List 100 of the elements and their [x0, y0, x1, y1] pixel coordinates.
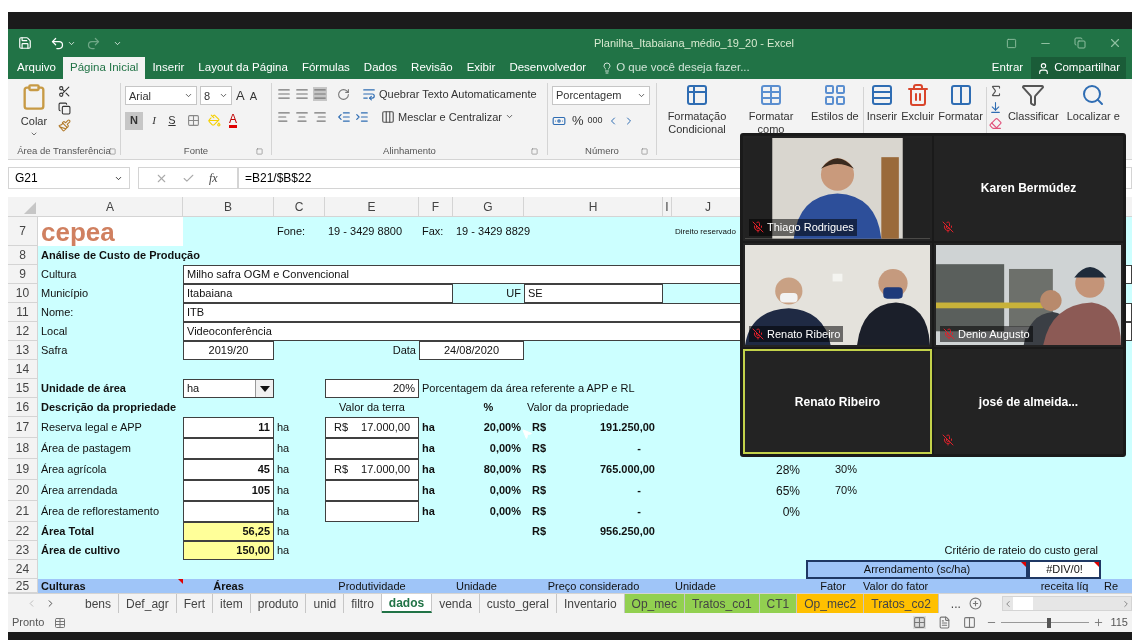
ribbon-tab[interactable]: Layout da Página [191, 57, 295, 79]
thousands-button[interactable]: 000 [587, 114, 603, 128]
participant-tile[interactable]: Karen Bermúdez [934, 136, 1123, 241]
row-number[interactable]: 8 [8, 246, 38, 265]
grow-font-button[interactable]: A [235, 86, 246, 106]
paste-button[interactable]: Colar [14, 83, 54, 143]
participant-tile[interactable]: Thiago Rodrigues [743, 136, 932, 241]
add-sheet-icon[interactable] [968, 597, 982, 610]
ribbon-tab[interactable]: Desenvolvedor [502, 57, 594, 79]
horizontal-scrollbar[interactable] [1001, 596, 1132, 611]
orientation-icon[interactable] [337, 87, 350, 101]
restore-icon[interactable] [1074, 37, 1086, 49]
ribbon-options-icon[interactable] [1006, 37, 1017, 49]
ribbon-tab[interactable]: Inserir [145, 57, 192, 79]
align-left-icon[interactable] [277, 109, 291, 124]
normal-view-icon[interactable] [913, 616, 927, 629]
row-number[interactable]: 9 [8, 265, 38, 284]
row-number[interactable]: 10 [8, 284, 38, 303]
underline-button[interactable]: S [165, 111, 179, 130]
launcher-icon[interactable] [641, 147, 648, 155]
merge-center-button[interactable]: Mesclar e Centralizar [381, 108, 514, 125]
page-break-icon[interactable] [963, 616, 977, 629]
unit-dropdown[interactable]: ha [183, 379, 274, 398]
copy-icon[interactable] [58, 102, 71, 115]
row-number[interactable]: 21 [8, 501, 38, 522]
cells-button[interactable]: Excluir [900, 83, 936, 123]
column-header[interactable]: B [183, 197, 274, 216]
sign-in-button[interactable]: Entrar [983, 57, 1032, 79]
column-header[interactable]: H [524, 197, 663, 216]
row-number[interactable]: 24 [8, 560, 38, 579]
participant-tile[interactable]: Renato Ribeiro [743, 242, 932, 348]
column-header[interactable]: I [663, 197, 672, 216]
fill-down-icon[interactable] [988, 101, 1002, 114]
cells-button[interactable]: Formatar [937, 83, 984, 123]
redo-icon[interactable] [86, 35, 101, 51]
decrease-indent-icon[interactable] [337, 109, 351, 124]
scroll-right-icon[interactable] [1121, 598, 1131, 609]
format-painter-icon[interactable] [58, 119, 71, 132]
ribbon-tab[interactable]: Arquivo [10, 57, 63, 79]
participant-tile[interactable]: Renato Ribeiro [743, 349, 932, 454]
zoom-in-icon[interactable] [1093, 617, 1105, 628]
sheet-tab[interactable]: Tratos_co2 [864, 594, 939, 613]
participant-tile[interactable]: Denio Augusto [934, 242, 1123, 348]
participant-tile[interactable]: josé de almeida... [934, 349, 1123, 454]
ribbon-tab[interactable]: Fórmulas [294, 57, 357, 79]
row-number[interactable]: 23 [8, 541, 38, 560]
font-name-select[interactable]: Arial [125, 86, 197, 106]
column-header[interactable]: F [419, 197, 453, 216]
row-number[interactable]: 25 [8, 579, 38, 593]
cells-button[interactable]: Inserir [865, 83, 899, 123]
row-number[interactable]: 22 [8, 522, 38, 541]
zoom-slider[interactable] [1001, 617, 1090, 628]
ribbon-tab[interactable]: Página Inicial [63, 57, 146, 79]
bold-button[interactable]: N [125, 111, 143, 130]
editing-button[interactable]: Classificar [1004, 83, 1062, 123]
fill-color-icon[interactable] [208, 114, 221, 127]
ribbon-tab[interactable]: Dados [356, 57, 405, 79]
italic-button[interactable]: I [147, 111, 161, 130]
save-icon[interactable] [18, 36, 32, 50]
column-header[interactable]: G [453, 197, 524, 216]
percent-button[interactable]: % [572, 111, 584, 131]
ribbon-tab[interactable]: Revisão [404, 57, 460, 79]
row-number[interactable]: 20 [8, 480, 38, 501]
undo-icon[interactable] [50, 35, 65, 51]
sheet-tab[interactable]: Op_mec2 [797, 594, 865, 613]
align-top-icon[interactable] [277, 87, 291, 102]
increase-indent-icon[interactable] [355, 109, 369, 124]
row-number[interactable]: 16 [8, 398, 38, 417]
row-number[interactable]: 13 [8, 341, 38, 360]
row-number[interactable]: 19 [8, 459, 38, 480]
font-color-button[interactable]: A [229, 113, 237, 128]
scroll-thumb[interactable] [1012, 597, 1033, 610]
column-header[interactable]: C [274, 197, 325, 216]
row-number[interactable]: 18 [8, 438, 38, 459]
column-header[interactable]: E [325, 197, 419, 216]
page-layout-icon[interactable] [938, 616, 952, 629]
ribbon-tab[interactable]: Exibir [459, 57, 503, 79]
launcher-icon[interactable] [256, 147, 263, 155]
sheet-tab[interactable]: dados [381, 594, 433, 613]
row-number[interactable]: 17 [8, 417, 38, 438]
macro-record-icon[interactable] [54, 616, 67, 629]
borders-icon[interactable] [187, 114, 200, 127]
align-center-icon[interactable] [295, 109, 309, 124]
insert-function-button[interactable]: fx [209, 169, 218, 187]
row-number[interactable]: 11 [8, 303, 38, 322]
tell-me-field[interactable]: O que você deseja fazer... [601, 57, 750, 79]
row-number[interactable]: 15 [8, 379, 38, 398]
sheet-tab[interactable]: CT1 [759, 594, 798, 613]
launcher-icon[interactable] [109, 147, 116, 155]
align-right-icon[interactable] [313, 109, 327, 124]
zoom-thumb[interactable] [1046, 617, 1051, 628]
align-middle-icon[interactable] [295, 87, 309, 102]
styles-button[interactable]: Estilos de [809, 83, 861, 123]
name-box[interactable]: G21 [8, 167, 130, 189]
row-number[interactable]: 14 [8, 360, 38, 379]
launcher-icon[interactable] [531, 147, 538, 155]
more-tabs-button[interactable]: ... [942, 594, 969, 613]
cut-icon[interactable] [58, 85, 71, 98]
sheet-tab[interactable]: Op_mec [624, 594, 685, 613]
close-icon[interactable] [1108, 36, 1122, 50]
